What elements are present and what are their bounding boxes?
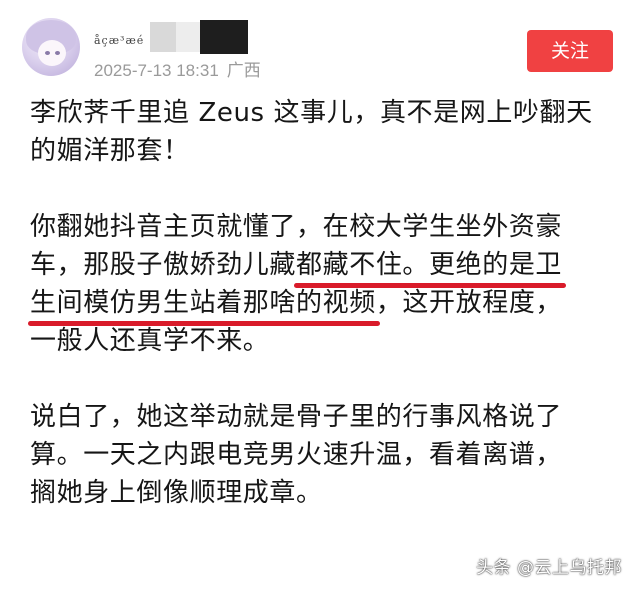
post-body: 李欣荠千里追 Zeus 这事儿，真不是网上吵翻天 的媚洋那套！ 你翻她抖音主页就…: [28, 94, 630, 550]
avatar-eye-right: [55, 51, 60, 55]
avatar[interactable]: [22, 18, 80, 76]
underlined-highlight: 都藏不住。更绝的是卫: [294, 246, 567, 288]
post-meta: 2025-7-13 18:31 广西: [94, 56, 269, 81]
redaction-block-light: [150, 22, 176, 52]
text-segment: ，这开放程度，: [375, 288, 563, 318]
follow-button[interactable]: 关注: [527, 30, 613, 72]
avatar-face: [38, 40, 66, 66]
author-username[interactable]: åçæ³æé: [94, 34, 144, 47]
text-line: 搁她身上倒像顺理成章。: [30, 478, 323, 508]
underlined-highlight: 生间模仿男生站着那啥的视频: [28, 284, 380, 326]
redaction-block-dark: [200, 20, 248, 54]
post-timestamp: 2025-7-13 18:31: [94, 61, 219, 80]
post-header: åçæ³æé 2025-7-13 18:31 广西 关注: [0, 0, 640, 84]
paragraph-3: 说白了，她这举动就是骨子里的行事风格说了 算。一天之内跟电竞男火速升温，看着离谱…: [30, 398, 630, 512]
text-segment: 车，那股子傲娇劲儿藏: [30, 250, 297, 280]
paragraph-2: 你翻她抖音主页就懂了，在校大学生坐外资豪 车，那股子傲娇劲儿藏都藏不住。更绝的是…: [28, 208, 630, 360]
text-line: 你翻她抖音主页就懂了，在校大学生坐外资豪: [30, 212, 563, 242]
paragraph-1: 李欣荠千里追 Zeus 这事儿，真不是网上吵翻天 的媚洋那套！: [30, 94, 630, 170]
text-line: 李欣荠千里追 Zeus 这事儿，真不是网上吵翻天: [30, 98, 593, 128]
text-line: 一般人还真学不来。: [30, 326, 270, 356]
text-line: 的媚洋那套！: [30, 136, 190, 166]
source-watermark: 头条 @云上乌托邦: [476, 558, 622, 578]
redaction-block-mid: [176, 22, 200, 52]
text-line: 说白了，她这举动就是骨子里的行事风格说了: [30, 402, 563, 432]
avatar-eye-left: [45, 51, 50, 55]
post-location: 广西: [226, 61, 261, 80]
text-line: 车，那股子傲娇劲儿藏都藏不住。更绝的是卫: [30, 246, 630, 288]
text-line: 算。一天之内跟电竞男火速升温，看着离谱，: [30, 440, 563, 470]
text-line: 生间模仿男生站着那啥的视频，这开放程度，: [28, 284, 630, 326]
